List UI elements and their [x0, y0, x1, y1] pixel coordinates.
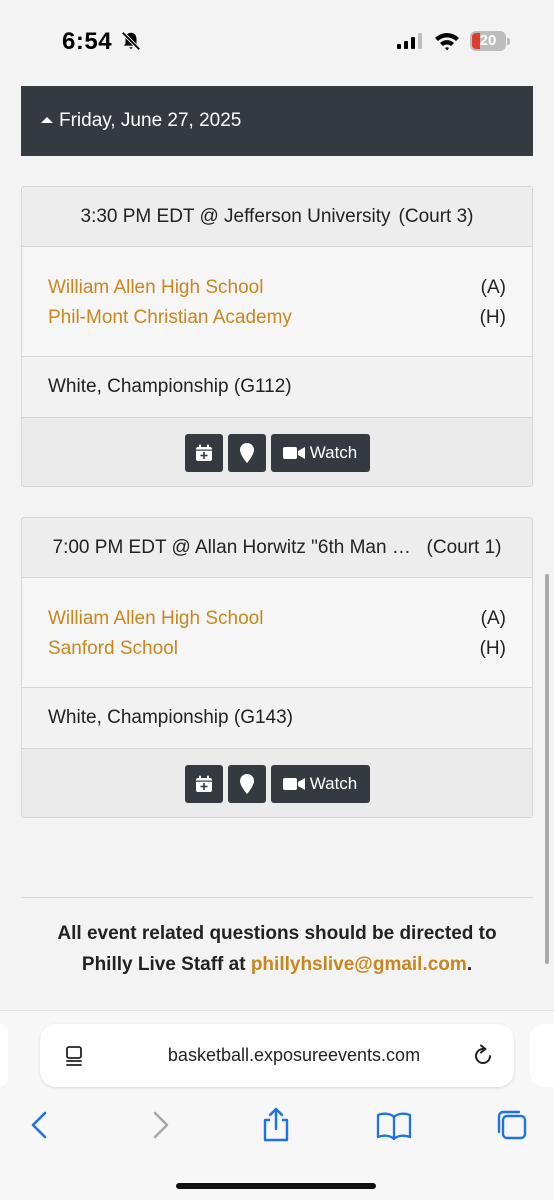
calendar-plus-icon	[195, 444, 212, 461]
game-time-location: 3:30 PM EDT @ Jefferson University (Cour…	[22, 187, 532, 247]
team-side: (A)	[480, 277, 506, 298]
cellular-signal-icon	[397, 33, 422, 49]
page-scrollbar[interactable]	[545, 574, 549, 964]
clock: 6:54	[62, 28, 113, 55]
map-location-button[interactable]	[227, 764, 266, 803]
status-bar: 6:54 20	[0, 0, 554, 82]
contact-suffix: .	[466, 954, 473, 975]
team-link[interactable]: William Allen High School	[48, 604, 263, 634]
game-court: (Court 1)	[426, 536, 502, 558]
game-division: White, Championship (G112)	[22, 357, 532, 418]
game-card: 3:30 PM EDT @ Jefferson University (Cour…	[21, 186, 533, 487]
caret-up-icon	[41, 117, 53, 123]
tabs-icon[interactable]	[494, 1107, 530, 1143]
reload-icon[interactable]	[470, 1043, 496, 1069]
share-icon[interactable]	[258, 1107, 294, 1143]
game-time-venue: 3:30 PM EDT @ Jefferson University	[80, 205, 391, 227]
add-to-calendar-button[interactable]	[184, 764, 223, 803]
url-text: basketball.exposureevents.com	[167, 1045, 421, 1065]
video-camera-icon	[282, 777, 305, 790]
game-actions: Watch	[22, 749, 532, 817]
game-teams: William Allen High School (A) Sanford Sc…	[22, 578, 532, 688]
game-court: (Court 3)	[398, 205, 474, 227]
battery-level: 20	[479, 32, 497, 49]
back-icon[interactable]	[22, 1107, 58, 1143]
contact-note: All event related questions should be di…	[21, 918, 533, 980]
contact-line-2: Philly Live Staff at phillyhslive@gmail.…	[21, 949, 533, 980]
address-bar[interactable]: basketball.exposureevents.com	[40, 1024, 514, 1087]
team-row: Phil-Mont Christian Academy (H)	[48, 303, 506, 333]
watch-label: Watch	[309, 442, 358, 462]
battery-indicator: 20	[470, 31, 510, 51]
game-teams: William Allen High School (A) Phil-Mont …	[22, 247, 532, 357]
contact-prefix: Philly Live Staff at	[81, 954, 251, 975]
bookmarks-icon[interactable]	[376, 1107, 412, 1143]
team-link[interactable]: William Allen High School	[48, 273, 263, 303]
team-link[interactable]: Phil-Mont Christian Academy	[48, 303, 292, 333]
wifi-icon	[435, 33, 459, 51]
team-row: Sanford School (H)	[48, 634, 506, 664]
forward-icon[interactable]	[142, 1107, 178, 1143]
watch-label: Watch	[309, 773, 358, 793]
team-side: (H)	[479, 307, 506, 328]
video-camera-icon	[282, 446, 305, 459]
game-actions: Watch	[22, 418, 532, 486]
date-header[interactable]: Friday, June 27, 2025	[21, 86, 533, 156]
game-card: 7:00 PM EDT @ Allan Horwitz "6th Man Cen…	[21, 517, 533, 818]
home-indicator[interactable]	[176, 1183, 376, 1189]
map-marker-icon	[239, 773, 254, 794]
map-location-button[interactable]	[227, 433, 266, 472]
contact-line-1: All event related questions should be di…	[57, 923, 497, 944]
team-row: William Allen High School (A)	[48, 604, 506, 634]
next-tab-peek[interactable]	[530, 1024, 554, 1087]
watch-button[interactable]: Watch	[270, 433, 370, 472]
contact-email-link[interactable]: phillyhslive@gmail.com	[251, 954, 467, 975]
bell-slash-icon	[121, 31, 141, 51]
page-menu-icon[interactable]	[62, 1044, 86, 1068]
game-division: White, Championship (G143)	[22, 688, 532, 749]
previous-tab-peek[interactable]	[0, 1024, 8, 1087]
team-link[interactable]: Sanford School	[48, 634, 178, 664]
map-marker-icon	[239, 442, 254, 463]
date-label: Friday, June 27, 2025	[59, 110, 242, 131]
game-time-location: 7:00 PM EDT @ Allan Horwitz "6th Man Cen…	[22, 518, 532, 578]
team-side: (H)	[479, 638, 506, 659]
add-to-calendar-button[interactable]	[184, 433, 223, 472]
team-side: (A)	[480, 608, 506, 629]
watch-button[interactable]: Watch	[270, 764, 370, 803]
calendar-plus-icon	[195, 775, 212, 792]
game-time-venue: 7:00 PM EDT @ Allan Horwitz "6th Man Cen…	[52, 536, 419, 558]
team-row: William Allen High School (A)	[48, 273, 506, 303]
footer-divider	[21, 897, 533, 898]
browser-toolbar: basketball.exposureevents.com	[0, 1010, 554, 1200]
